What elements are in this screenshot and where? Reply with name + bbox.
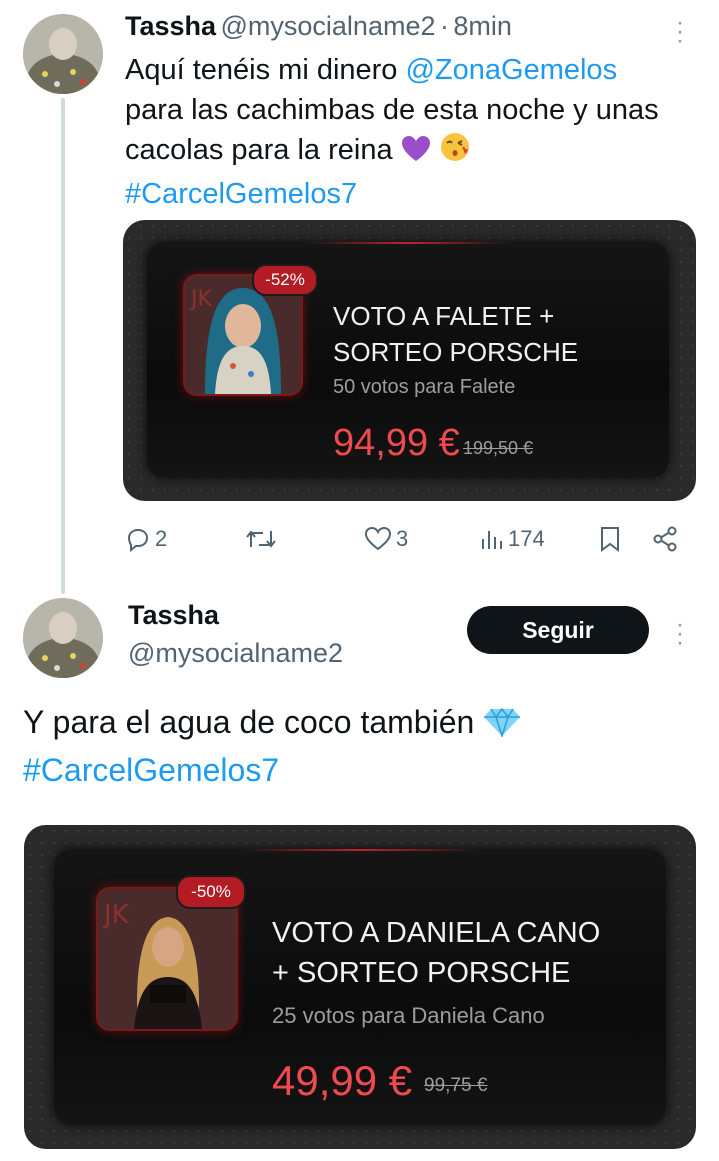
product-title: VOTO A FALETE + SORTEO PORSCHE (333, 298, 578, 370)
gem-icon (483, 704, 521, 748)
more-options-icon[interactable]: · · · (673, 613, 687, 655)
purple-heart-icon (401, 134, 431, 174)
like-button[interactable]: 3 (364, 526, 408, 552)
reply-button[interactable]: 2 (125, 526, 167, 552)
text-line: para las cachimbas de esta noche y unas (125, 94, 659, 126)
discount-badge: -50% (176, 875, 246, 909)
text-line: cacolas para la reina (125, 134, 393, 166)
thread-line (61, 98, 65, 594)
text-line: Aquí tenéis mi dinero (125, 54, 406, 86)
follow-button[interactable]: Seguir (467, 606, 649, 654)
separator: · (439, 11, 449, 41)
avatar[interactable] (23, 598, 103, 678)
tweet-text: Aquí tenéis mi dinero @ZonaGemelos para … (125, 50, 705, 214)
analytics-icon (482, 531, 502, 549)
more-options-icon[interactable]: · · · (673, 11, 687, 53)
retweet-button[interactable] (245, 527, 277, 551)
mention-link[interactable]: @ZonaGemelos (405, 54, 617, 86)
card-inner: JK -50% VOTO A DANIELA CANO + SORTEO POR… (54, 849, 666, 1125)
svg-text:JK: JK (102, 900, 130, 930)
handle[interactable]: @mysocialname2 (128, 638, 343, 669)
product-title: VOTO A DANIELA CANO + SORTEO PORSCHE (272, 913, 600, 993)
product-title-line: VOTO A FALETE + (333, 301, 555, 331)
tweet-text: Y para el agua de coco también #CarcelGe… (23, 700, 521, 792)
tweet-header: Tassha @mysocialname2 · 8min (125, 11, 512, 42)
old-price: 199,50 € (463, 438, 534, 458)
product-subtitle: 25 votos para Daniela Cano (272, 1003, 545, 1028)
bookmark-button[interactable] (598, 525, 622, 553)
discount-badge: -52% (252, 264, 318, 296)
avatar[interactable] (23, 14, 103, 94)
hashtag-link[interactable]: #CarcelGemelos7 (23, 748, 521, 792)
kissing-face-icon (439, 131, 471, 174)
product-subtitle: 50 votos para Falete (333, 376, 516, 398)
product-title-line: SORTEO PORSCHE (333, 337, 579, 367)
svg-text:JK: JK (189, 287, 212, 312)
timestamp[interactable]: 8min (453, 11, 512, 41)
view-count: 174 (508, 526, 545, 551)
share-icon (653, 526, 677, 552)
hashtag-link[interactable]: #CarcelGemelos7 (125, 174, 705, 214)
reply-icon (127, 528, 149, 552)
display-name[interactable]: Tassha (125, 11, 216, 41)
old-price: 99,75 € (424, 1075, 488, 1096)
card-inner: JK -52% VOTO A FALETE + SORTEO PORSCHE 5… (147, 242, 669, 478)
product-price: 49,99 € (272, 1057, 413, 1104)
reply-count: 2 (155, 526, 168, 551)
heart-icon (364, 526, 392, 551)
product-card[interactable]: JK -52% VOTO A FALETE + SORTEO PORSCHE 5… (123, 220, 696, 501)
bookmark-icon (601, 527, 619, 552)
product-title-line: VOTO A DANIELA CANO (272, 917, 601, 949)
views-button[interactable]: 174 (480, 526, 545, 552)
handle[interactable]: @mysocialname2 (221, 11, 436, 41)
product-title-line: + SORTEO PORSCHE (272, 957, 571, 989)
like-count: 3 (396, 526, 409, 551)
share-button[interactable] (652, 525, 680, 553)
retweet-icon (246, 530, 276, 548)
text-line: Y para el agua de coco también (23, 704, 475, 740)
product-price: 94,99 € (333, 422, 460, 464)
product-card[interactable]: JK -50% VOTO A DANIELA CANO + SORTEO POR… (24, 825, 696, 1149)
display-name[interactable]: Tassha (128, 600, 219, 631)
